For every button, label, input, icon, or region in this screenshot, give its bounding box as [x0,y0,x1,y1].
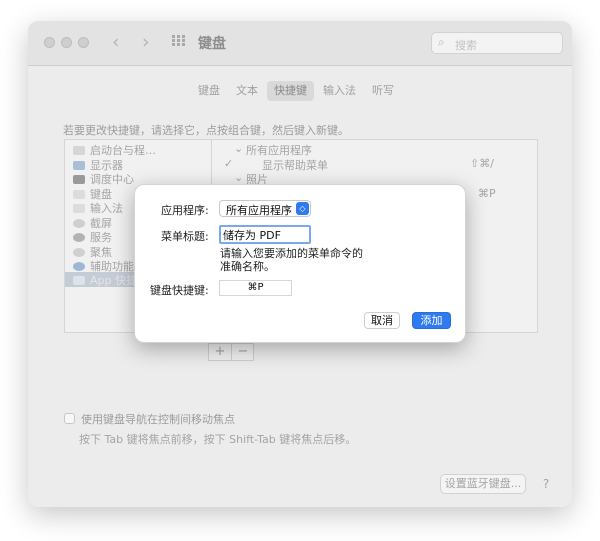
keyboard-icon [73,190,85,199]
search-field[interactable]: ⌕ 搜索 [431,32,563,54]
tab-input-sources[interactable]: 输入法 [316,81,363,101]
accessibility-icon [73,262,85,271]
spotlight-icon [73,248,85,257]
checkmark-icon[interactable]: ✓ [224,157,233,170]
zoom-window-button[interactable] [78,37,89,48]
tab-bar: 键盘 文本 快捷键 输入法 听写 [191,81,401,101]
keyboard-navigation-label: 使用键盘导航在控制间移动焦点 [81,413,235,426]
category-label: 启动台与程… [90,144,156,157]
tab-dictation[interactable]: 听写 [365,81,401,101]
tab-text[interactable]: 文本 [229,81,265,101]
window-title: 键盘 [198,36,226,52]
setup-bluetooth-keyboard-button[interactable]: 设置蓝牙键盘... [440,474,526,494]
instruction-text: 若要更改快捷键，请选择它，点按组合键，然后键入新键。 [63,124,349,137]
category-label: 调度中心 [90,173,134,186]
menu-title-input[interactable] [219,225,311,244]
category-item-services[interactable]: 服务 [73,229,112,245]
category-item-input-method[interactable]: 输入法 [73,200,123,216]
menu-title-hint: 请输入您要添加的菜单命令的 准确名称。 [220,247,363,273]
group-chevron-icon[interactable]: ⌄ [234,142,243,155]
screenshot-icon [73,219,85,228]
shortcut-key-help-menu[interactable]: ⇧⌘/ [470,157,494,170]
category-item-mission-control[interactable]: 调度中心 [73,171,134,187]
add-button[interactable]: 添加 [412,312,451,329]
keyboard-shortcut-label: 键盘快捷键: [150,284,209,297]
category-item-launchpad[interactable]: 启动台与程… [73,142,156,158]
cancel-button[interactable]: 取消 [364,312,400,329]
help-button[interactable]: ? [535,473,557,495]
title-bar: ‹ › 键盘 ⌕ 搜索 [28,21,572,66]
shortcut-key-photos[interactable]: ⌘P [478,187,496,200]
tab-shortcuts[interactable]: 快捷键 [267,81,314,101]
keyboard-navigation-hint: 按下 Tab 键将焦点前移，按下 Shift-Tab 键将焦点后移。 [79,433,357,446]
forward-arrow-icon[interactable]: › [142,31,150,53]
back-arrow-icon[interactable]: ‹ [112,31,120,53]
minimize-window-button[interactable] [61,37,72,48]
group-chevron-icon[interactable]: ⌄ [234,171,243,184]
application-label: 应用程序: [161,204,209,217]
mission-control-icon [73,175,85,184]
keyboard-shortcut-field[interactable]: ⌘P [219,280,292,296]
add-shortcut-dialog: 应用程序: 所有应用程序 ◇ 菜单标题: 请输入您要添加的菜单命令的 准确名称。… [134,184,466,343]
shortcut-group-all-apps: 所有应用程序 [246,144,312,157]
shortcut-item-help-menu: 显示帮助菜单 [262,159,328,172]
popup-stepper-icon: ◇ [296,202,309,215]
keyboard-navigation-checkbox[interactable] [64,413,75,424]
application-value: 所有应用程序 [226,204,292,217]
display-icon [73,161,85,170]
search-placeholder: 搜索 [455,39,477,52]
app-shortcuts-icon [73,276,85,285]
add-shortcut-button[interactable]: + [209,344,231,360]
remove-shortcut-button[interactable]: − [231,344,254,360]
tab-keyboard[interactable]: 键盘 [191,81,227,101]
show-all-grid-icon[interactable] [172,35,186,47]
search-icon: ⌕ [438,35,445,49]
input-method-icon [73,204,85,213]
close-window-button[interactable] [44,37,55,48]
application-popup[interactable]: 所有应用程序 ◇ [219,200,311,217]
services-icon [73,233,85,242]
category-label: 输入法 [90,202,123,215]
category-label: App 快捷 [90,274,137,287]
add-remove-control: + − [208,343,254,361]
menu-title-label: 菜单标题: [161,230,209,243]
category-label: 服务 [90,231,112,244]
launchpad-icon [73,146,85,155]
